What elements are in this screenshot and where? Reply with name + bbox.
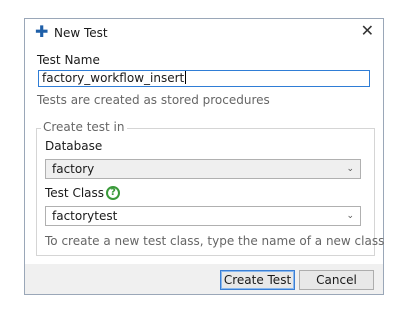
chevron-down-icon: ⌄ [346, 164, 354, 174]
help-icon[interactable]: ? [106, 186, 120, 200]
button-footer: Create Test Cancel [25, 264, 383, 294]
create-test-button[interactable]: Create Test [220, 270, 295, 290]
cancel-button[interactable]: Cancel [299, 270, 374, 290]
new-test-dialog: ✚ New Test ✕ Test Name factory_workflow_… [24, 18, 384, 295]
database-value: factory [52, 162, 95, 176]
test-class-hint: To create a new test class, type the nam… [45, 234, 385, 248]
test-class-value: factorytest [52, 209, 118, 223]
test-class-label: Test Class [45, 186, 105, 200]
database-select[interactable]: factory ⌄ [45, 159, 361, 179]
dialog-title: New Test [54, 26, 108, 40]
title-bar: ✚ New Test ✕ [25, 19, 383, 47]
group-title: Create test in [41, 120, 127, 134]
test-name-label: Test Name [37, 53, 100, 67]
text-caret [185, 71, 187, 84]
plus-icon: ✚ [35, 22, 49, 41]
close-icon[interactable]: ✕ [361, 22, 374, 40]
chevron-down-icon: ⌄ [346, 211, 354, 221]
test-name-hint: Tests are created as stored procedures [37, 93, 270, 107]
test-name-input[interactable]: factory_workflow_insert [38, 70, 370, 87]
test-name-value: factory_workflow_insert [42, 71, 185, 85]
database-label: Database [45, 139, 103, 153]
test-class-select[interactable]: factorytest ⌄ [45, 206, 361, 226]
